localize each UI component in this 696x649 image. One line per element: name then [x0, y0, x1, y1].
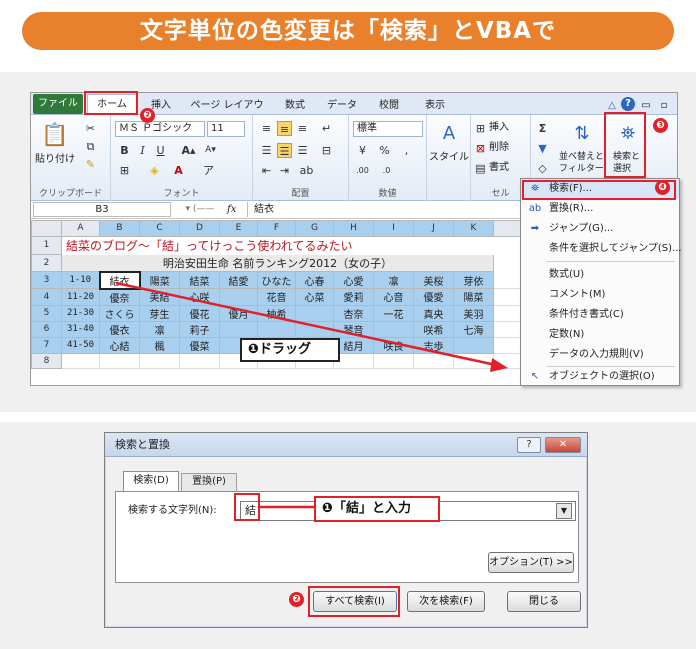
find-all-highlight [308, 586, 400, 617]
step-badge-find-all: ❷ [289, 592, 304, 607]
enter-text-callout: ❶「結」と入力 [314, 496, 440, 522]
callout-connector [260, 505, 314, 509]
